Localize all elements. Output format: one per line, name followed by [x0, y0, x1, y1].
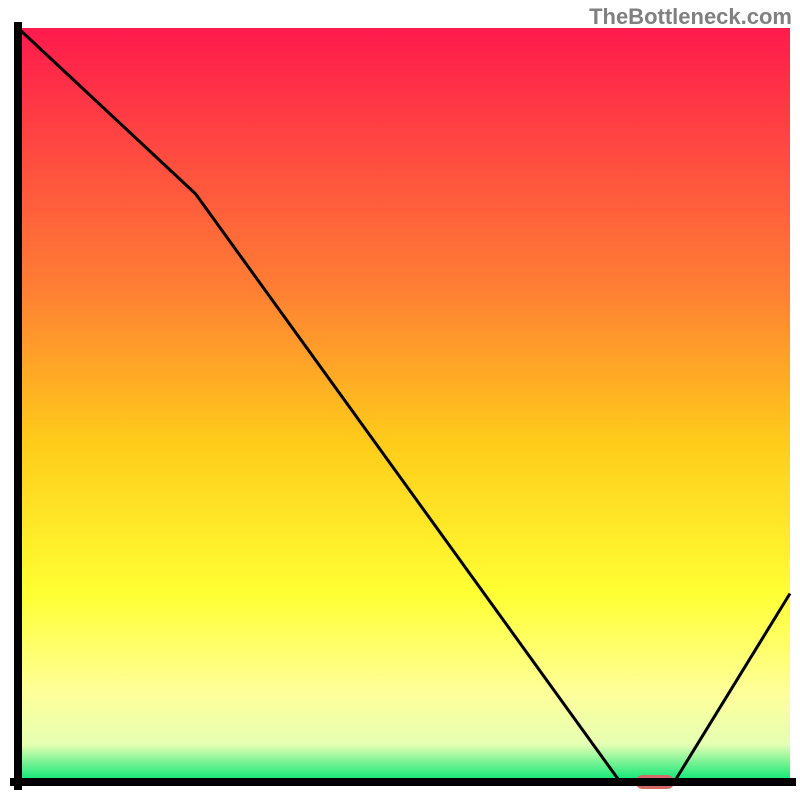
- gradient-background: [18, 28, 790, 782]
- chart-container: TheBottleneck.com: [0, 0, 800, 800]
- bottleneck-chart: [0, 0, 800, 800]
- watermark-text: TheBottleneck.com: [589, 4, 792, 30]
